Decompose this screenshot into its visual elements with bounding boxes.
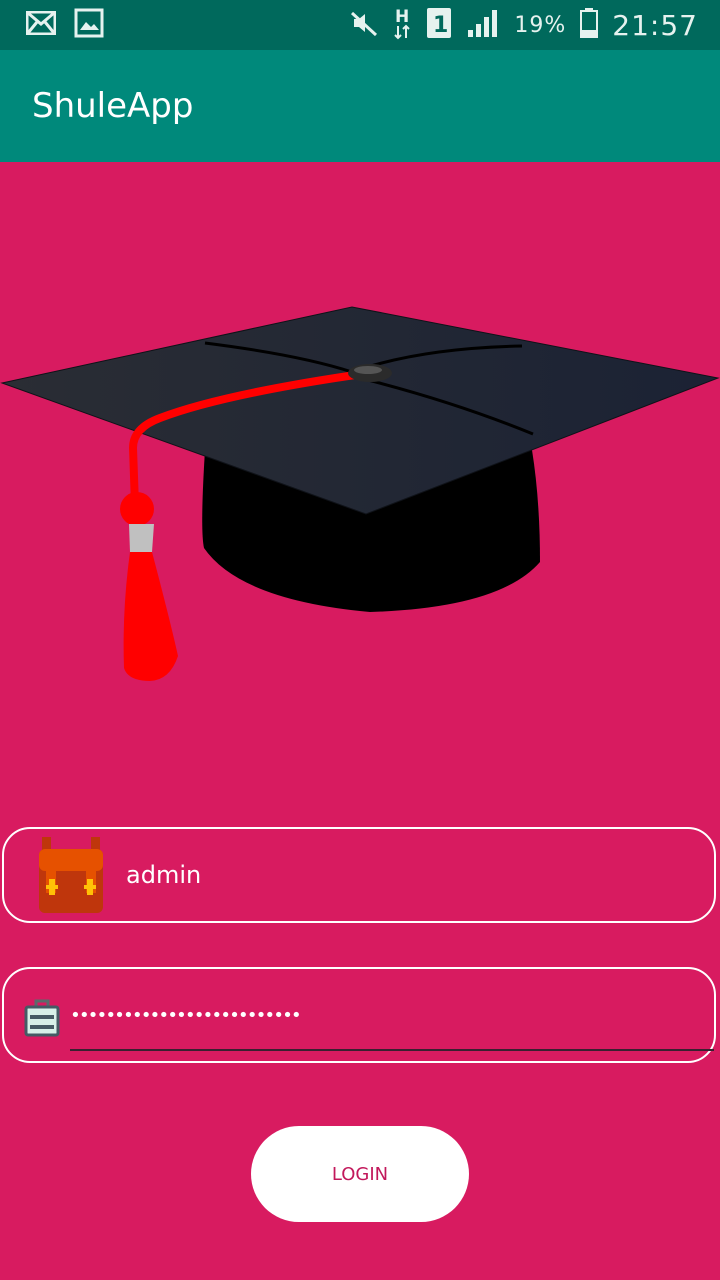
signal-icon xyxy=(466,8,500,42)
password-value: •••••••••••••••••••••••••• xyxy=(70,1005,302,1026)
sim-1-icon: 1 xyxy=(426,7,452,43)
app-title: ShuleApp xyxy=(32,86,194,126)
graduation-cap-icon xyxy=(0,306,720,681)
backpack-icon xyxy=(36,835,106,919)
app-bar: ShuleApp xyxy=(0,50,720,162)
svg-text:1: 1 xyxy=(433,13,448,38)
battery-percent: 19% xyxy=(514,12,567,38)
login-button[interactable]: LOGIN xyxy=(251,1126,469,1222)
briefcase-icon xyxy=(24,999,60,1041)
svg-text:H: H xyxy=(395,7,409,27)
battery-icon xyxy=(580,8,599,42)
mute-icon xyxy=(350,9,378,41)
password-field[interactable]: •••••••••••••••••••••••••• xyxy=(2,967,716,1063)
image-icon xyxy=(74,8,104,42)
mail-icon xyxy=(25,10,57,39)
username-value: admin xyxy=(126,861,202,889)
network-h-icon: H xyxy=(392,6,412,44)
clock: 21:57 xyxy=(612,8,698,42)
status-bar: H 1 19% 21:57 xyxy=(0,0,720,50)
username-field[interactable]: admin xyxy=(2,827,716,923)
password-underline xyxy=(70,1049,714,1051)
